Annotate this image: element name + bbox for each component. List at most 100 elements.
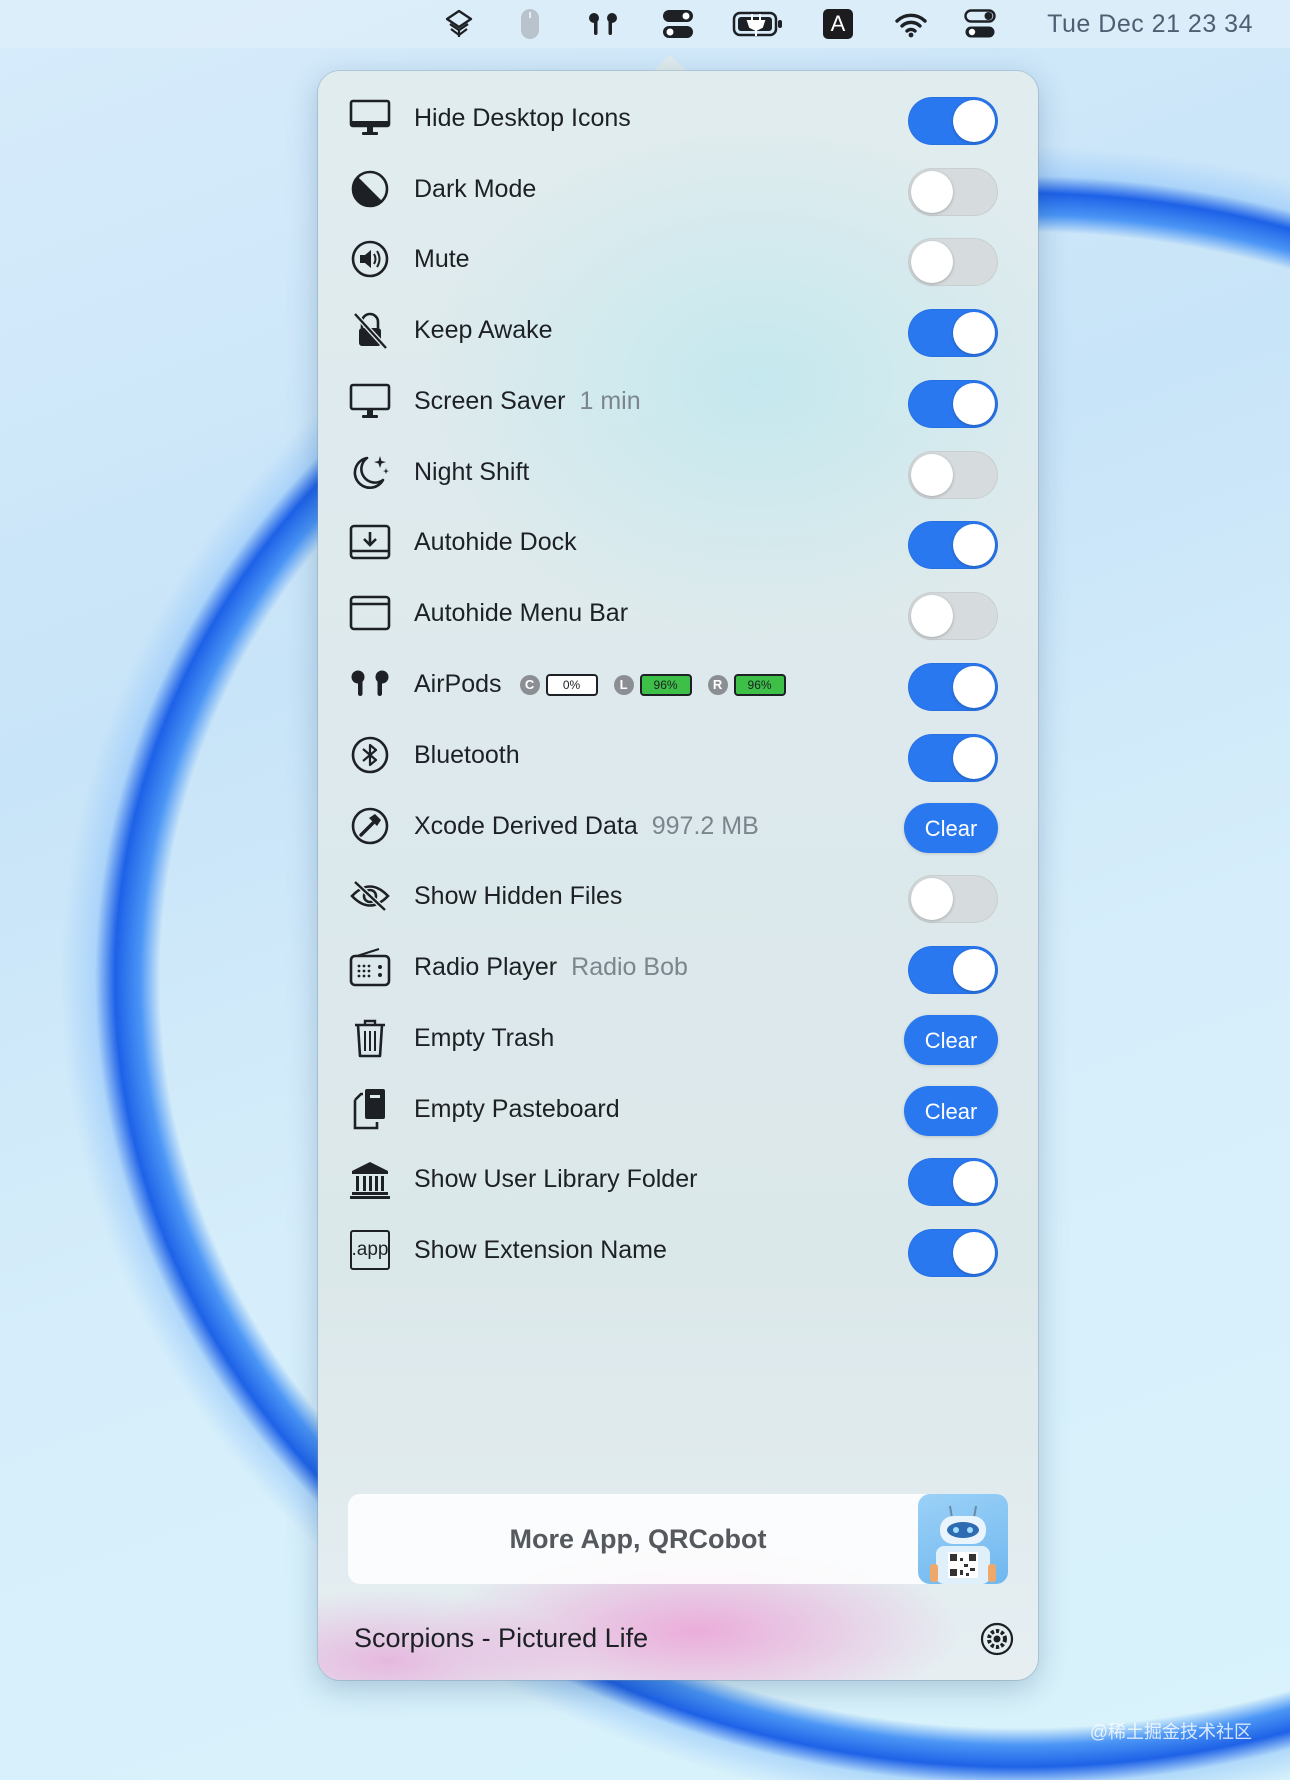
- row-title: Show User Library Folder: [414, 1165, 698, 1193]
- toggle-knob: [953, 949, 995, 991]
- row-keep-awake[interactable]: Keep Awake: [318, 295, 1038, 365]
- toggle-knob: [953, 383, 995, 425]
- speaker-icon: [348, 239, 392, 279]
- toggle-show-extension-name[interactable]: [908, 1229, 998, 1277]
- qrcobot-app-icon[interactable]: [918, 1494, 1008, 1584]
- toggle-knob: [911, 454, 953, 496]
- row-title: Autohide Menu Bar: [414, 599, 629, 627]
- now-playing-text[interactable]: Scorpions - Pictured Life: [354, 1618, 648, 1658]
- desktop-icon: [348, 98, 392, 138]
- row-title: Dark Mode: [414, 175, 537, 203]
- toggle-autohide-menu-bar[interactable]: [908, 592, 998, 640]
- more-apps-banner[interactable]: More App, QRCobot: [348, 1494, 1008, 1584]
- row-show-hidden-files[interactable]: Show Hidden Files: [318, 861, 1038, 931]
- row-empty-pasteboard[interactable]: Empty Pasteboard Clear: [318, 1074, 1038, 1144]
- toggle-hide-desktop-icons[interactable]: [908, 97, 998, 145]
- toggle-bluetooth[interactable]: [908, 734, 998, 782]
- toggle-radio-player[interactable]: [908, 946, 998, 994]
- row-mute[interactable]: Mute: [318, 224, 1038, 294]
- row-label: Dark Mode: [414, 154, 536, 224]
- toggle-knob: [953, 524, 995, 566]
- row-show-user-library-folder[interactable]: Show User Library Folder: [318, 1144, 1038, 1214]
- row-title: Screen Saver: [414, 387, 566, 415]
- toggle-airpods[interactable]: [908, 663, 998, 711]
- row-autohide-dock[interactable]: Autohide Dock: [318, 507, 1038, 577]
- row-label: Show User Library Folder: [414, 1144, 697, 1214]
- clear-button-empty-pasteboard[interactable]: Clear: [904, 1086, 998, 1136]
- clear-button-xcode-derived-data[interactable]: Clear: [904, 803, 998, 853]
- toggle-night-shift[interactable]: [908, 451, 998, 499]
- row-detail: 1 min: [579, 387, 641, 415]
- mouse-icon[interactable]: [513, 8, 547, 40]
- airpods-battery-levels: C 0% L 96% R 96%: [519, 670, 786, 698]
- row-detail: 997.2 MB: [651, 812, 759, 840]
- layers-icon[interactable]: [442, 8, 476, 40]
- toggle-dark-mode[interactable]: [908, 168, 998, 216]
- row-label: Autohide Dock: [414, 507, 577, 577]
- row-night-shift[interactable]: Night Shift: [318, 437, 1038, 507]
- toggle-keep-awake[interactable]: [908, 309, 998, 357]
- row-label: Keep Awake: [414, 295, 553, 365]
- clear-button-empty-trash[interactable]: Clear: [904, 1015, 998, 1065]
- row-bluetooth[interactable]: Bluetooth: [318, 720, 1038, 790]
- toggle-show-user-library-folder[interactable]: [908, 1158, 998, 1206]
- row-radio-player[interactable]: Radio Player Radio Bob: [318, 932, 1038, 1002]
- row-title: Hide Desktop Icons: [414, 104, 631, 132]
- row-title: AirPods: [414, 670, 502, 698]
- menubar-window-icon: [348, 593, 392, 633]
- battery-r: R 96%: [707, 674, 786, 697]
- row-dark-mode[interactable]: Dark Mode: [318, 154, 1038, 224]
- hammer-icon: [348, 806, 392, 846]
- control-center-icon[interactable]: [963, 8, 997, 40]
- battery-badge: C: [519, 675, 540, 696]
- row-airpods[interactable]: AirPods C 0% L 96% R 96%: [318, 649, 1038, 719]
- toggle-show-hidden-files[interactable]: [908, 875, 998, 923]
- airpods-icon: [348, 664, 392, 704]
- toggle-screen-saver[interactable]: [908, 380, 998, 428]
- clipboard-icon: [348, 1089, 392, 1130]
- row-screen-saver[interactable]: Screen Saver 1 min: [318, 366, 1038, 436]
- library-icon: [348, 1159, 392, 1199]
- toggle-autohide-dock[interactable]: [908, 521, 998, 569]
- row-label: Empty Pasteboard: [414, 1074, 620, 1144]
- row-label: Show Hidden Files: [414, 861, 622, 931]
- gear-icon[interactable]: [980, 1622, 1014, 1656]
- toggle-mute[interactable]: [908, 238, 998, 286]
- radio-icon: [348, 947, 392, 987]
- popover-arrow: [652, 55, 688, 72]
- airpods-icon[interactable]: [586, 8, 620, 40]
- bluetooth-icon: [348, 735, 392, 775]
- moon-stars-icon: [348, 452, 392, 492]
- menubar-clock[interactable]: Tue Dec 21 23 34: [1047, 8, 1253, 40]
- wifi-icon[interactable]: [894, 8, 928, 40]
- toggle-knob: [911, 595, 953, 637]
- row-autohide-menu-bar[interactable]: Autohide Menu Bar: [318, 578, 1038, 648]
- row-empty-trash[interactable]: Empty Trash Clear: [318, 1003, 1038, 1073]
- row-label: Xcode Derived Data 997.2 MB: [414, 791, 759, 861]
- row-title: Autohide Dock: [414, 528, 577, 556]
- row-xcode-derived-data[interactable]: Xcode Derived Data 997.2 MB Clear: [318, 791, 1038, 861]
- battery-charging-icon[interactable]: [731, 8, 785, 40]
- row-label: Show Extension Name: [414, 1215, 667, 1285]
- row-label: Empty Trash: [414, 1003, 554, 1073]
- battery-level: 96%: [733, 674, 786, 697]
- battery-level: 0%: [545, 674, 598, 697]
- more-apps-label: More App, QRCobot: [509, 1524, 767, 1554]
- row-hide-desktop-icons[interactable]: Hide Desktop Icons: [318, 83, 1038, 153]
- toggles-icon[interactable]: [661, 8, 695, 40]
- toggle-knob: [953, 312, 995, 354]
- menu-bar: A Tue Dec 21 23 34: [0, 0, 1290, 48]
- toggle-knob: [953, 666, 995, 708]
- toggle-knob: [953, 737, 995, 779]
- input-source-icon[interactable]: A: [821, 8, 855, 40]
- row-title: Show Hidden Files: [414, 882, 623, 910]
- toggle-knob: [953, 1161, 995, 1203]
- row-label: Hide Desktop Icons: [414, 83, 631, 153]
- row-show-extension-name[interactable]: .app Show Extension Name: [318, 1215, 1038, 1285]
- battery-l: L 96%: [613, 674, 692, 697]
- row-label: Radio Player Radio Bob: [414, 932, 688, 1002]
- battery-c: C 0%: [519, 674, 598, 697]
- dock-icon: [348, 522, 392, 562]
- row-title: Empty Pasteboard: [414, 1095, 620, 1123]
- battery-level: 96%: [639, 674, 692, 697]
